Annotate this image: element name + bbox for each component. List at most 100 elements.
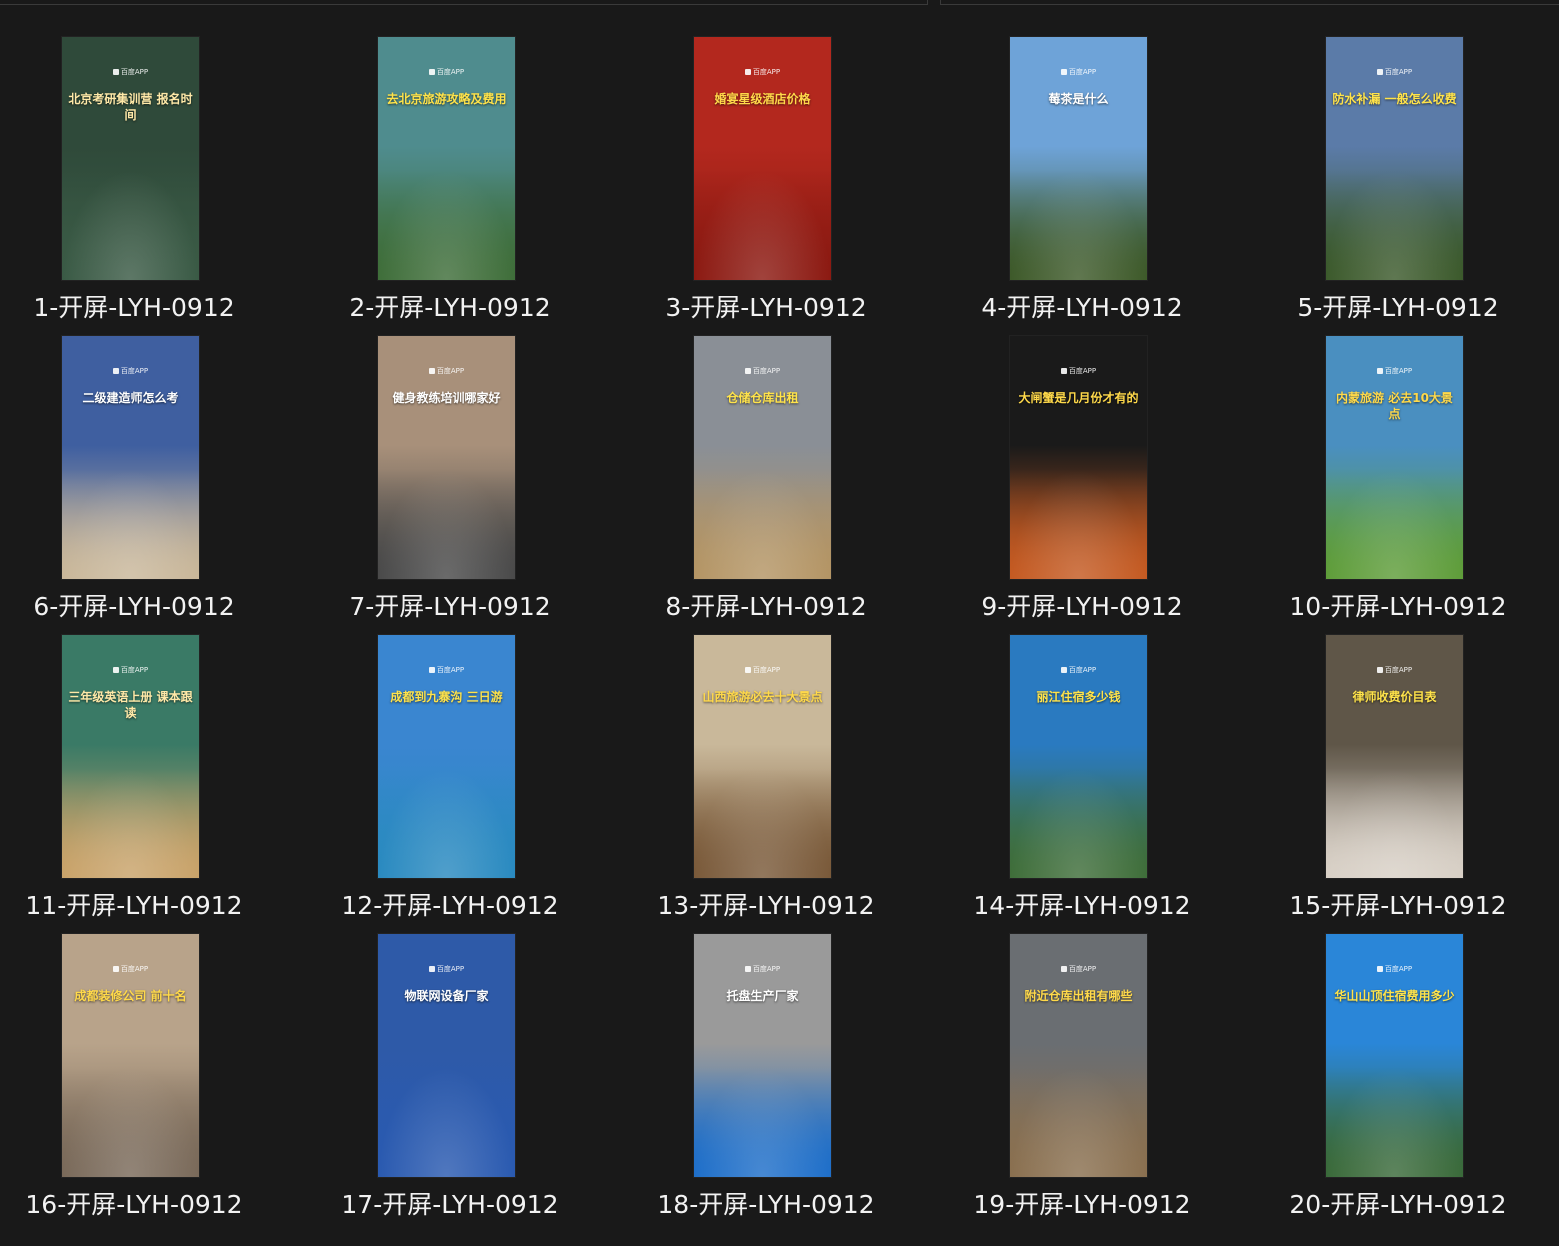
file-thumbnail[interactable]: 百度APP 华山山顶住宿费用多少 [1326,934,1463,1177]
file-item[interactable]: 百度APP 仓储仓库出租 8-开屏-LYH-0912 [626,299,906,621]
thumbnail-scene-image [694,768,831,878]
file-item[interactable]: 百度APP 华山山顶住宿费用多少 20-开屏-LYH-0912 [1258,897,1538,1219]
app-logo-icon [744,368,751,374]
file-thumbnail[interactable]: 百度APP 二级建造师怎么考 [62,336,199,579]
file-thumbnail[interactable]: 百度APP 三年级英语上册 课本跟读 [62,635,199,878]
app-logo-icon [1376,966,1383,972]
thumbnail-headline: 二级建造师怎么考 [82,391,179,405]
thumbnail-scene-image [694,1067,831,1177]
file-thumbnail[interactable]: 百度APP 去北京旅游攻略及费用 [378,37,515,280]
app-badge-label: 百度APP [1384,965,1413,973]
app-badge: 百度APP [62,964,199,974]
app-badge: 百度APP [694,665,831,675]
app-badge: 百度APP [1010,366,1147,376]
file-item[interactable]: 百度APP 防水补漏 一般怎么收费 5-开屏-LYH-0912 [1258,0,1538,322]
file-item[interactable]: 百度APP 三年级英语上册 课本跟读 11-开屏-LYH-0912 [0,598,274,920]
app-badge: 百度APP [378,665,515,675]
app-badge: 百度APP [378,366,515,376]
thumbnail-scene-image [1326,768,1463,878]
app-logo-icon [112,368,119,374]
app-badge-label: 百度APP [1384,68,1413,76]
app-badge-label: 百度APP [436,965,465,973]
file-item[interactable]: 百度APP 山西旅游必去十大景点 13-开屏-LYH-0912 [626,598,906,920]
file-thumbnail[interactable]: 百度APP 防水补漏 一般怎么收费 [1326,37,1463,280]
thumbnail-headline: 三年级英语上册 课本跟读 [68,690,193,720]
thumbnail-headline: 物联网设备厂家 [404,989,489,1003]
app-badge: 百度APP [62,665,199,675]
thumbnail-scene-image [1010,170,1147,280]
file-item[interactable]: 百度APP 丽江住宿多少钱 14-开屏-LYH-0912 [942,598,1222,920]
app-badge: 百度APP [378,964,515,974]
app-logo-icon [1376,368,1383,374]
file-item[interactable]: 百度APP 律师收费价目表 15-开屏-LYH-0912 [1258,598,1538,920]
file-thumbnail[interactable]: 百度APP 成都装修公司 前十名 [62,934,199,1177]
app-badge: 百度APP [694,67,831,77]
file-item[interactable]: 百度APP 二级建造师怎么考 6-开屏-LYH-0912 [0,299,274,621]
app-badge-label: 百度APP [752,965,781,973]
file-item[interactable]: 百度APP 莓茶是什么 4-开屏-LYH-0912 [942,0,1222,322]
thumbnail-headline: 丽江住宿多少钱 [1036,690,1121,704]
app-logo-icon [1060,368,1067,374]
file-thumbnail[interactable]: 百度APP 健身教练培训哪家好 [378,336,515,579]
app-badge-label: 百度APP [120,68,149,76]
app-badge-label: 百度APP [436,68,465,76]
thumbnail-headline: 成都装修公司 前十名 [74,989,187,1003]
file-item[interactable]: 百度APP 成都到九寨沟 三日游 12-开屏-LYH-0912 [310,598,590,920]
file-name-label[interactable]: 18-开屏-LYH-0912 [626,1185,906,1221]
file-item[interactable]: 百度APP 托盘生产厂家 18-开屏-LYH-0912 [626,897,906,1219]
file-item[interactable]: 百度APP 附近仓库出租有哪些 19-开屏-LYH-0912 [942,897,1222,1219]
thumbnail-headline: 附近仓库出租有哪些 [1024,989,1133,1003]
file-thumbnail[interactable]: 百度APP 丽江住宿多少钱 [1010,635,1147,878]
thumbnail-scene-image [694,469,831,579]
file-thumbnail[interactable]: 百度APP 成都到九寨沟 三日游 [378,635,515,878]
app-badge-label: 百度APP [1068,367,1097,375]
file-name-label[interactable]: 16-开屏-LYH-0912 [0,1185,274,1221]
file-thumbnail[interactable]: 百度APP 婚宴星级酒店价格 [694,37,831,280]
thumbnail-scene-image [1010,1067,1147,1177]
app-logo-icon [112,966,119,972]
file-item[interactable]: 百度APP 成都装修公司 前十名 16-开屏-LYH-0912 [0,897,274,1219]
app-logo-icon [744,966,751,972]
thumbnail-scene-image [378,1067,515,1177]
file-name-label[interactable]: 19-开屏-LYH-0912 [942,1185,1222,1221]
file-thumbnail[interactable]: 百度APP 律师收费价目表 [1326,635,1463,878]
app-badge-label: 百度APP [752,68,781,76]
thumbnail-scene-image [62,768,199,878]
app-badge: 百度APP [62,67,199,77]
file-item[interactable]: 百度APP 大闸蟹是几月份才有的 9-开屏-LYH-0912 [942,299,1222,621]
file-item[interactable]: 百度APP 健身教练培训哪家好 7-开屏-LYH-0912 [310,299,590,621]
file-thumbnail[interactable]: 百度APP 附近仓库出租有哪些 [1010,934,1147,1177]
app-logo-icon [744,69,751,75]
app-logo-icon [112,667,119,673]
file-thumbnail[interactable]: 百度APP 莓茶是什么 [1010,37,1147,280]
app-badge: 百度APP [1010,665,1147,675]
file-thumbnail[interactable]: 百度APP 仓储仓库出租 [694,336,831,579]
app-badge: 百度APP [1326,67,1463,77]
thumbnail-scene-image [694,170,831,280]
thumbnail-headline: 律师收费价目表 [1352,690,1437,704]
file-item[interactable]: 百度APP 去北京旅游攻略及费用 2-开屏-LYH-0912 [310,0,590,322]
file-item[interactable]: 百度APP 北京考研集训营 报名时间 1-开屏-LYH-0912 [0,0,274,322]
thumbnail-headline: 成都到九寨沟 三日游 [390,690,503,704]
thumbnail-headline: 防水补漏 一般怎么收费 [1332,92,1457,106]
file-thumbnail[interactable]: 百度APP 托盘生产厂家 [694,934,831,1177]
file-name-label[interactable]: 20-开屏-LYH-0912 [1258,1185,1538,1221]
app-badge-label: 百度APP [1384,367,1413,375]
app-badge-label: 百度APP [1068,965,1097,973]
thumbnail-scene-image [378,170,515,280]
app-logo-icon [428,69,435,75]
app-logo-icon [744,667,751,673]
file-thumbnail[interactable]: 百度APP 山西旅游必去十大景点 [694,635,831,878]
file-thumbnail[interactable]: 百度APP 内蒙旅游 必去10大景点 [1326,336,1463,579]
file-thumbnail[interactable]: 百度APP 大闸蟹是几月份才有的 [1010,336,1147,579]
file-item[interactable]: 百度APP 内蒙旅游 必去10大景点 10-开屏-LYH-0912 [1258,299,1538,621]
file-name-label[interactable]: 17-开屏-LYH-0912 [310,1185,590,1221]
thumbnail-scene-image [1010,768,1147,878]
app-badge-label: 百度APP [120,367,149,375]
thumbnail-scene-image [378,768,515,878]
thumbnail-scene-image [62,170,199,280]
file-thumbnail[interactable]: 百度APP 物联网设备厂家 [378,934,515,1177]
file-item[interactable]: 百度APP 婚宴星级酒店价格 3-开屏-LYH-0912 [626,0,906,322]
file-thumbnail[interactable]: 百度APP 北京考研集训营 报名时间 [62,37,199,280]
file-item[interactable]: 百度APP 物联网设备厂家 17-开屏-LYH-0912 [310,897,590,1219]
